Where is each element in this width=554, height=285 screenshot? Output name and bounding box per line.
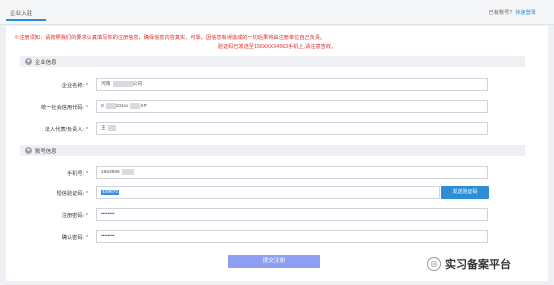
redacted-blur (105, 102, 116, 109)
tab-enterprise-join[interactable]: 企业入驻 (10, 9, 32, 17)
legal-rep-label: 法人代表/负责人: * (44, 127, 88, 133)
credit-code-input[interactable]: 9 104xx KP (96, 100, 488, 113)
account-prompt: 已有账号? 快速登录 (489, 9, 536, 16)
company-info-section-header: ● 企业信息 (20, 56, 525, 67)
company-section-title: 企业信息 (35, 60, 57, 66)
quick-login-link[interactable]: 快速登录 (515, 10, 536, 16)
account-info-section-header: ● 账号信息 (20, 145, 525, 156)
account-section-icon: ● (25, 147, 32, 154)
confirm-password-input[interactable]: •••••••• (96, 230, 488, 243)
account-section-title: 账号信息 (35, 149, 57, 155)
company-section-icon: ● (25, 58, 32, 65)
submit-registration-button[interactable]: 提交注册 (228, 255, 320, 268)
redacted-blur (112, 80, 133, 87)
phone-label: 手机号: * (66, 171, 88, 177)
company-name-input[interactable]: 河南 公司 (96, 78, 488, 91)
tab-active-indicator (6, 19, 46, 21)
phone-input[interactable]: 1563986 (96, 166, 488, 179)
registration-card: ※注册须知：请按照我们的要求认真填写你的注册信息，确保信息内容真实、可靠。因信息… (6, 26, 548, 281)
account-prompt-text: 已有账号? (488, 10, 513, 16)
redacted-blur (121, 168, 134, 175)
redacted-blur (107, 124, 116, 131)
confirm-password-label: 确认密码: * (61, 235, 88, 241)
password-input[interactable]: •••••••• (96, 208, 488, 221)
sms-sent-notice: 验证码已发送至156XXXX4563手机上,请注意查收。 (217, 44, 337, 50)
registration-notice: ※注册须知：请按照我们的要求认真填写你的注册信息，确保信息内容真实、可靠。因信息… (14, 35, 326, 41)
send-code-button[interactable]: 发送验证码 (441, 186, 489, 199)
watermark-text: 实习备案平台 (445, 259, 511, 271)
company-name-label: 企业名称: * (61, 83, 88, 89)
top-bar: 企业入驻 已有账号? 快速登录 (0, 0, 554, 25)
legal-rep-input[interactable]: 王 (96, 122, 488, 135)
credit-code-label: 统一社会信用代码: * (41, 105, 88, 111)
wechat-logo-icon: ◎ (427, 257, 441, 271)
sms-code-input[interactable]: 449670 (96, 186, 440, 199)
sms-code-selected-text: 449670 (101, 190, 120, 195)
redacted-blur (130, 102, 141, 109)
password-label: 注册密码: * (61, 213, 88, 219)
sms-code-label: 短信验证码: * (56, 191, 88, 197)
